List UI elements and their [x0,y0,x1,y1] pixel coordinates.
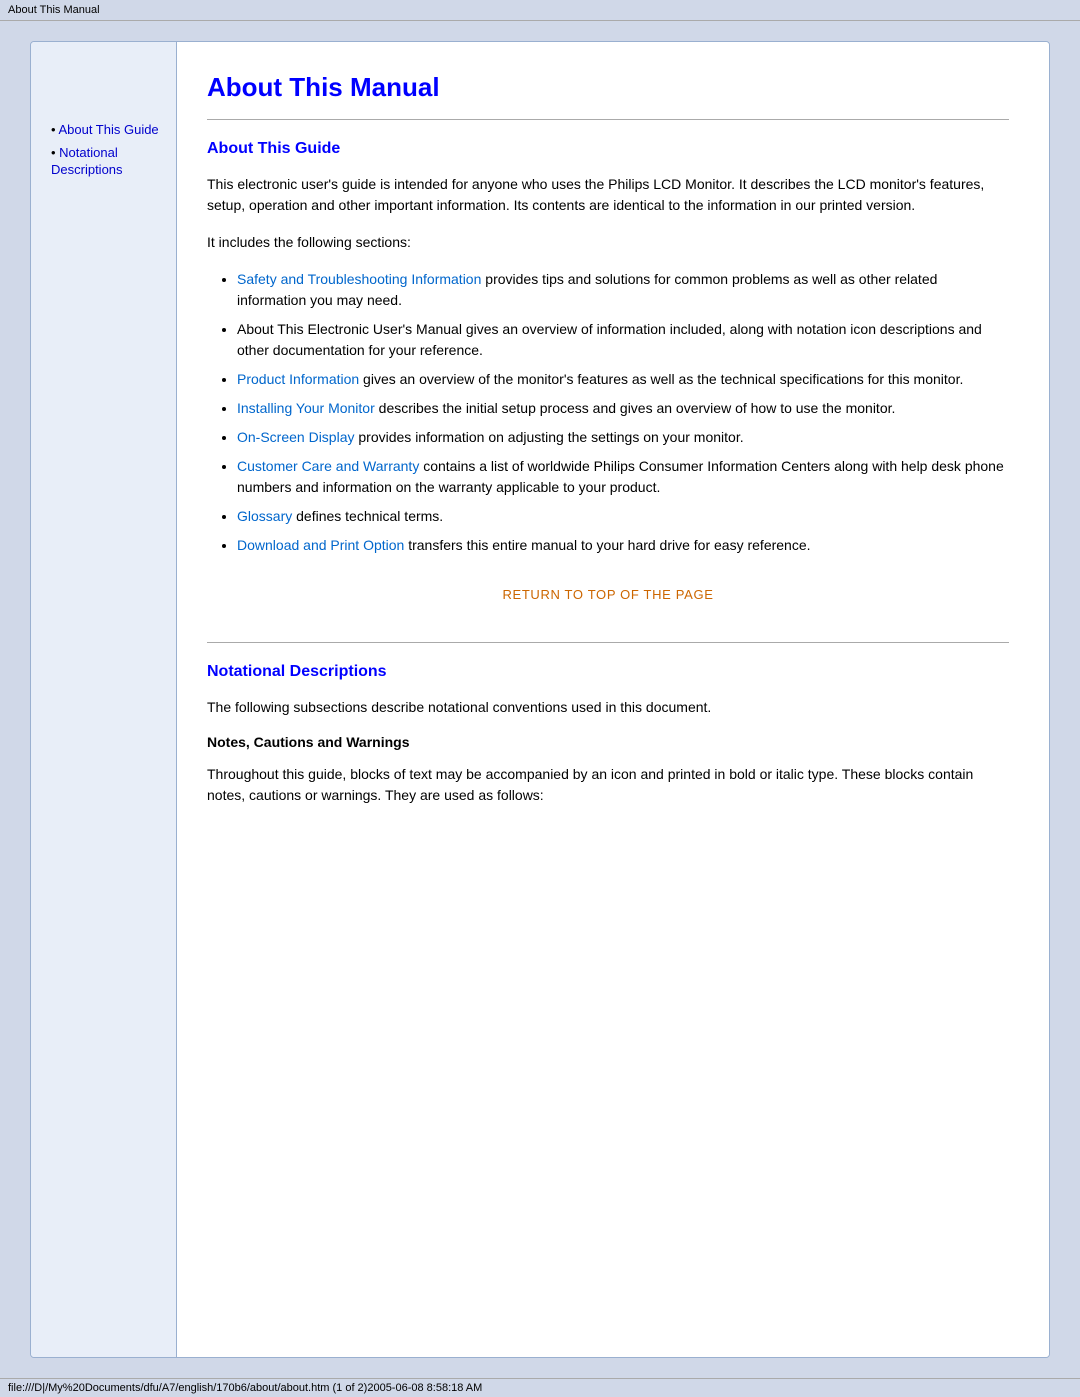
section2-subtitle: Notes, Cautions and Warnings [207,734,1009,750]
sidebar-item-notational[interactable]: • Notational Descriptions [51,145,164,179]
section2-title: Notational Descriptions [207,663,1009,681]
list-item-text-6: defines technical terms. [292,508,443,524]
return-to-top-link[interactable]: RETURN TO TOP OF THE PAGE [502,587,713,602]
section2-para1: The following subsections describe notat… [207,697,1009,718]
status-bar-text: file:///D|/My%20Documents/dfu/A7/english… [8,1382,482,1394]
title-bar: About This Manual [0,0,1080,21]
link-installing[interactable]: Installing Your Monitor [237,400,375,416]
list-item: On-Screen Display provides information o… [237,427,1009,448]
divider-top [207,119,1009,120]
list-item: Glossary defines technical terms. [237,506,1009,527]
title-bar-text: About This Manual [8,4,100,16]
bullet-list: Safety and Troubleshooting Information p… [207,269,1009,556]
list-item: Customer Care and Warranty contains a li… [237,456,1009,498]
sidebar-bullet-2: • [51,145,59,160]
sidebar-link-notational[interactable]: Notational Descriptions [51,145,123,177]
list-item-text-4: provides information on adjusting the se… [355,429,744,445]
section1-para2: It includes the following sections: [207,232,1009,253]
section-about-guide: About This Guide This electronic user's … [207,140,1009,602]
list-item-text-7: transfers this entire manual to your har… [404,537,810,553]
section1-title: About This Guide [207,140,1009,158]
list-item-text-2: gives an overview of the monitor's featu… [359,371,963,387]
list-item: Product Information gives an overview of… [237,369,1009,390]
sidebar-link-about[interactable]: About This Guide [58,122,158,137]
divider-middle [207,642,1009,643]
sidebar-item-about[interactable]: • About This Guide [51,122,164,139]
link-download[interactable]: Download and Print Option [237,537,404,553]
list-item: Download and Print Option transfers this… [237,535,1009,556]
link-safety[interactable]: Safety and Troubleshooting Information [237,271,481,287]
list-item: Installing Your Monitor describes the in… [237,398,1009,419]
link-glossary[interactable]: Glossary [237,508,292,524]
list-item: About This Electronic User's Manual give… [237,319,1009,361]
status-bar: file:///D|/My%20Documents/dfu/A7/english… [0,1378,1080,1397]
main-card: • About This Guide • Notational Descript… [30,41,1050,1358]
content-area: About This Manual About This Guide This … [176,42,1049,1357]
section1-para1: This electronic user's guide is intended… [207,174,1009,216]
link-product[interactable]: Product Information [237,371,359,387]
section2-para2: Throughout this guide, blocks of text ma… [207,764,1009,806]
page-title: About This Manual [207,72,1009,103]
link-customer[interactable]: Customer Care and Warranty [237,458,419,474]
list-item-text-3: describes the initial setup process and … [375,400,896,416]
list-item: Safety and Troubleshooting Information p… [237,269,1009,311]
sidebar: • About This Guide • Notational Descript… [31,42,176,1357]
link-osd[interactable]: On-Screen Display [237,429,355,445]
section-notational: Notational Descriptions The following su… [207,663,1009,806]
return-link-container: RETURN TO TOP OF THE PAGE [207,586,1009,602]
outer-wrapper: • About This Guide • Notational Descript… [0,21,1080,1378]
list-item-text-1: About This Electronic User's Manual give… [237,321,982,358]
